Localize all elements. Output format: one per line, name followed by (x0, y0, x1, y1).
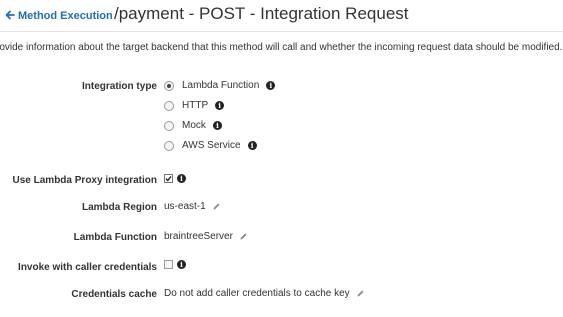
invoke-credentials-label: Invoke with caller credentials (18, 262, 157, 273)
method-execution-back-link[interactable]: Method Execution (5, 10, 113, 22)
lambda-function-value-row: braintreeServer (164, 231, 248, 242)
info-icon[interactable]: i (247, 141, 257, 150)
invoke-credentials-checkbox[interactable] (164, 260, 173, 269)
mock-radio[interactable] (164, 120, 174, 131)
integration-type-label: Integration type (81, 81, 157, 92)
lambda-function-label: Lambda Function (73, 232, 157, 243)
info-icon[interactable]: i (177, 174, 186, 183)
pencil-icon[interactable] (212, 202, 221, 211)
info-icon[interactable]: i (266, 81, 276, 90)
integration-type-option-http[interactable]: HTTP i (164, 100, 225, 111)
page-title: /payment - POST - Integration Request (114, 4, 409, 23)
lambda-proxy-control: i (164, 174, 186, 183)
page-header: Method Execution /payment - POST - Integ… (0, 0, 563, 32)
page-description: rovide information about the target back… (0, 42, 563, 53)
lambda-function-radio-label: Lambda Function (182, 80, 260, 91)
mock-radio-label: Mock (182, 120, 206, 131)
pencil-icon[interactable] (356, 289, 365, 298)
lambda-function-value: braintreeServer (164, 231, 233, 242)
credentials-cache-value-row: Do not add caller credentials to cache k… (164, 288, 365, 299)
lambda-proxy-label: Use Lambda Proxy integration (12, 175, 157, 186)
back-link-label: Method Execution (18, 10, 113, 22)
http-radio-label: HTTP (182, 100, 209, 111)
pencil-icon[interactable] (239, 232, 248, 241)
info-icon[interactable]: i (212, 121, 222, 130)
credentials-cache-value: Do not add caller credentials to cache k… (164, 288, 350, 299)
http-radio[interactable] (164, 100, 174, 111)
lambda-proxy-checkbox[interactable] (164, 174, 173, 183)
lambda-function-radio[interactable] (164, 80, 174, 91)
integration-request-page: Method Execution /payment - POST - Integ… (0, 0, 563, 317)
integration-type-option-mock[interactable]: Mock i (164, 120, 222, 131)
lambda-region-value: us-east-1 (164, 201, 206, 212)
credentials-cache-label: Credentials cache (71, 289, 157, 300)
arrow-left-icon (5, 10, 15, 20)
aws-service-radio[interactable] (164, 140, 174, 151)
integration-type-option-aws-service[interactable]: AWS Service i (164, 140, 257, 151)
aws-service-radio-label: AWS Service (182, 140, 241, 151)
integration-type-option-lambda[interactable]: Lambda Function i (164, 80, 276, 91)
lambda-region-label: Lambda Region (81, 202, 157, 213)
info-icon[interactable]: i (215, 101, 225, 110)
info-icon[interactable]: i (177, 260, 186, 269)
checkmark-icon (165, 175, 172, 182)
invoke-credentials-control: i (164, 260, 186, 269)
lambda-region-value-row: us-east-1 (164, 201, 221, 212)
